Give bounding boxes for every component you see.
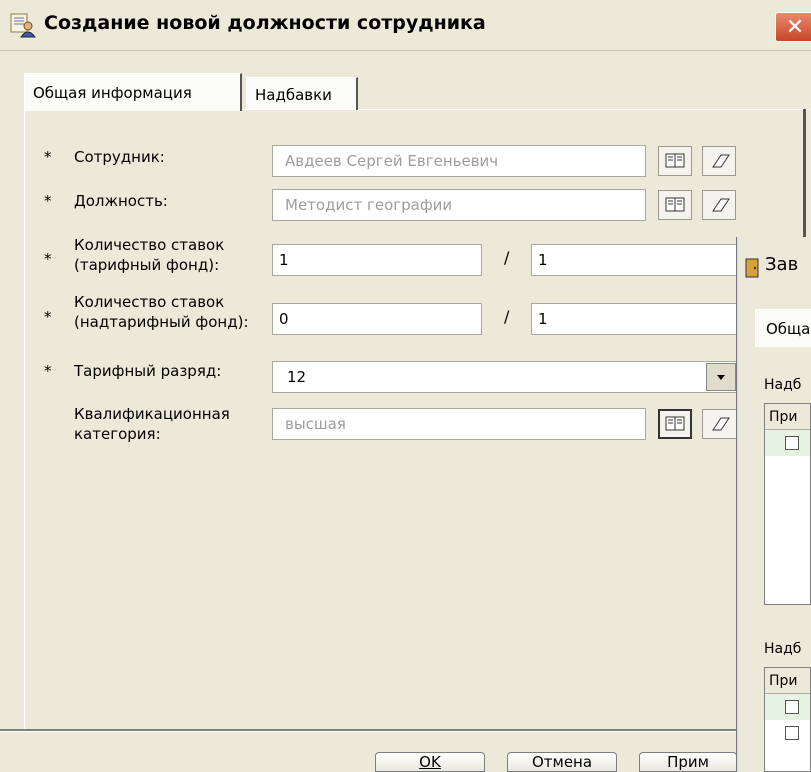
overlapping-table[interactable]: При <box>764 403 811 605</box>
overlapping-table-header-2: При <box>765 668 810 694</box>
book-icon <box>665 416 685 431</box>
qualification-field[interactable]: высшая <box>272 408 646 440</box>
window-title: Создание новой должности сотрудника <box>44 12 486 34</box>
overlapping-dialog-tab[interactable]: Обща <box>755 309 811 347</box>
overlapping-section-label-2: Надб <box>764 641 802 657</box>
close-button[interactable]: ✕ <box>775 12 811 42</box>
position-clear-button[interactable] <box>702 190 736 220</box>
required-mark: * <box>44 250 52 268</box>
tariff-grade-label: Тарифный разряд: <box>74 362 222 380</box>
position-label: Должность: <box>74 192 168 210</box>
required-mark: * <box>44 308 52 326</box>
apply-button[interactable]: Прим <box>639 752 737 772</box>
row-checkbox[interactable] <box>785 700 799 714</box>
position-lookup-button[interactable] <box>658 190 692 220</box>
footer-separator <box>0 729 811 732</box>
tariff-grade-select[interactable]: 12 <box>272 361 738 393</box>
employee-lookup-button[interactable] <box>658 146 692 176</box>
rates-tariff-field[interactable]: 1 <box>272 244 482 276</box>
slash-separator: / <box>504 307 510 326</box>
ok-button-label: OK <box>419 753 441 771</box>
qualification-label-line2: категория: <box>74 425 161 443</box>
rates-over-field[interactable]: 0 <box>272 303 482 335</box>
qualification-lookup-button[interactable] <box>658 409 692 439</box>
position-field[interactable]: Методист географии <box>272 189 646 221</box>
overlapping-section-label: Надб <box>764 377 802 393</box>
employee-field[interactable]: Авдеев Сергей Евгеньевич <box>272 145 646 177</box>
tab-general-info[interactable]: Общая информация <box>24 73 242 111</box>
tab-allowances[interactable]: Надбавки <box>246 77 358 110</box>
table-row[interactable] <box>765 694 810 720</box>
eraser-icon <box>712 417 730 431</box>
slash-separator: / <box>504 248 510 267</box>
book-icon <box>665 153 685 168</box>
rates-over-label-line1: Количество ставок <box>74 293 225 311</box>
door-icon <box>745 258 761 278</box>
overlapping-dialog-title: Зав <box>765 254 799 275</box>
employee-label: Сотрудник: <box>74 148 165 166</box>
row-checkbox[interactable] <box>785 436 799 450</box>
tariff-grade-dropdown-button[interactable] <box>706 363 736 391</box>
rates-tariff-label-line2: (тарифный фонд): <box>74 256 220 274</box>
chevron-down-icon <box>717 375 725 380</box>
rates-over-total-field[interactable]: 1 <box>531 303 737 335</box>
rates-over-label-line2: (надтарифный фонд): <box>74 313 249 331</box>
eraser-icon <box>712 154 730 168</box>
overlapping-table-header: При <box>765 404 810 430</box>
cancel-button[interactable]: Отмена <box>507 752 617 772</box>
employee-clear-button[interactable] <box>702 146 736 176</box>
overlapping-table-2[interactable]: При <box>764 667 811 772</box>
ok-button[interactable]: OK <box>375 752 485 772</box>
required-mark: * <box>44 192 52 210</box>
eraser-icon <box>712 198 730 212</box>
table-row[interactable] <box>765 430 810 456</box>
rates-tariff-label-line1: Количество ставок <box>74 236 225 254</box>
row-checkbox[interactable] <box>785 726 799 740</box>
rates-tariff-total-field[interactable]: 1 <box>531 244 737 276</box>
qualification-clear-button[interactable] <box>702 409 737 439</box>
qualification-label-line1: Квалификационная <box>74 405 230 423</box>
table-row[interactable] <box>765 720 810 746</box>
required-mark: * <box>44 148 52 166</box>
person-card-icon <box>10 12 36 38</box>
book-icon <box>665 197 685 212</box>
required-mark: * <box>44 362 52 380</box>
